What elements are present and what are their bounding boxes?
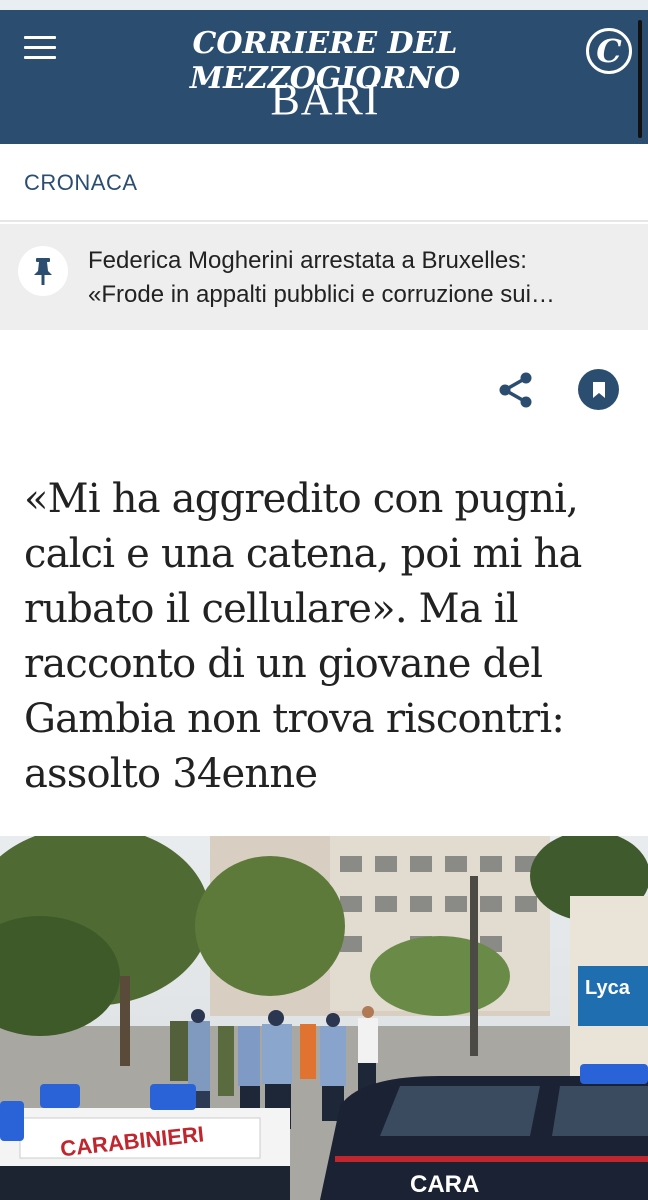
site-edition[interactable]: BARI bbox=[60, 74, 590, 125]
breaking-line: «Frode in appalti pubblici e corruzione … bbox=[88, 281, 555, 308]
headline-line: racconto di un giovane del bbox=[24, 641, 543, 687]
headline-line: calci e una catena, poi mi ha bbox=[24, 531, 582, 577]
car-lettering: CARA bbox=[410, 1171, 479, 1198]
status-bar-edge bbox=[0, 0, 648, 10]
article-photo[interactable]: Lyca CARABINIERI CARA bbox=[0, 836, 648, 1200]
section-link-cronaca[interactable]: CRONACA bbox=[24, 170, 138, 196]
scrollbar bbox=[638, 20, 642, 138]
site-header: CORRIERE DEL MEZZOGIORNO BARI C bbox=[0, 10, 648, 144]
article-headline: «Mi ha aggredito con pugni, calci e una … bbox=[24, 472, 634, 802]
headline-line: rubato il cellulare». Ma il bbox=[24, 586, 519, 632]
pushpin-icon bbox=[18, 246, 68, 296]
headline-line: «Mi ha aggredito con pugni, bbox=[24, 476, 579, 522]
bookmark-icon[interactable] bbox=[578, 369, 619, 410]
breaking-news-banner[interactable]: Federica Mogherini arrestata a Bruxelles… bbox=[0, 224, 648, 330]
corriere-logo-icon[interactable]: C bbox=[586, 28, 632, 74]
headline-line: Gambia non trova riscontri: bbox=[24, 696, 565, 742]
headline-line: assolto 34enne bbox=[24, 751, 318, 797]
shop-sign: Lyca bbox=[585, 977, 631, 999]
share-icon[interactable] bbox=[496, 370, 536, 410]
section-bar: CRONACA bbox=[0, 144, 648, 222]
hamburger-menu-icon[interactable] bbox=[24, 34, 58, 62]
breaking-line: Federica Mogherini arrestata a Bruxelles… bbox=[88, 247, 527, 274]
breaking-news-text[interactable]: Federica Mogherini arrestata a Bruxelles… bbox=[88, 244, 628, 312]
